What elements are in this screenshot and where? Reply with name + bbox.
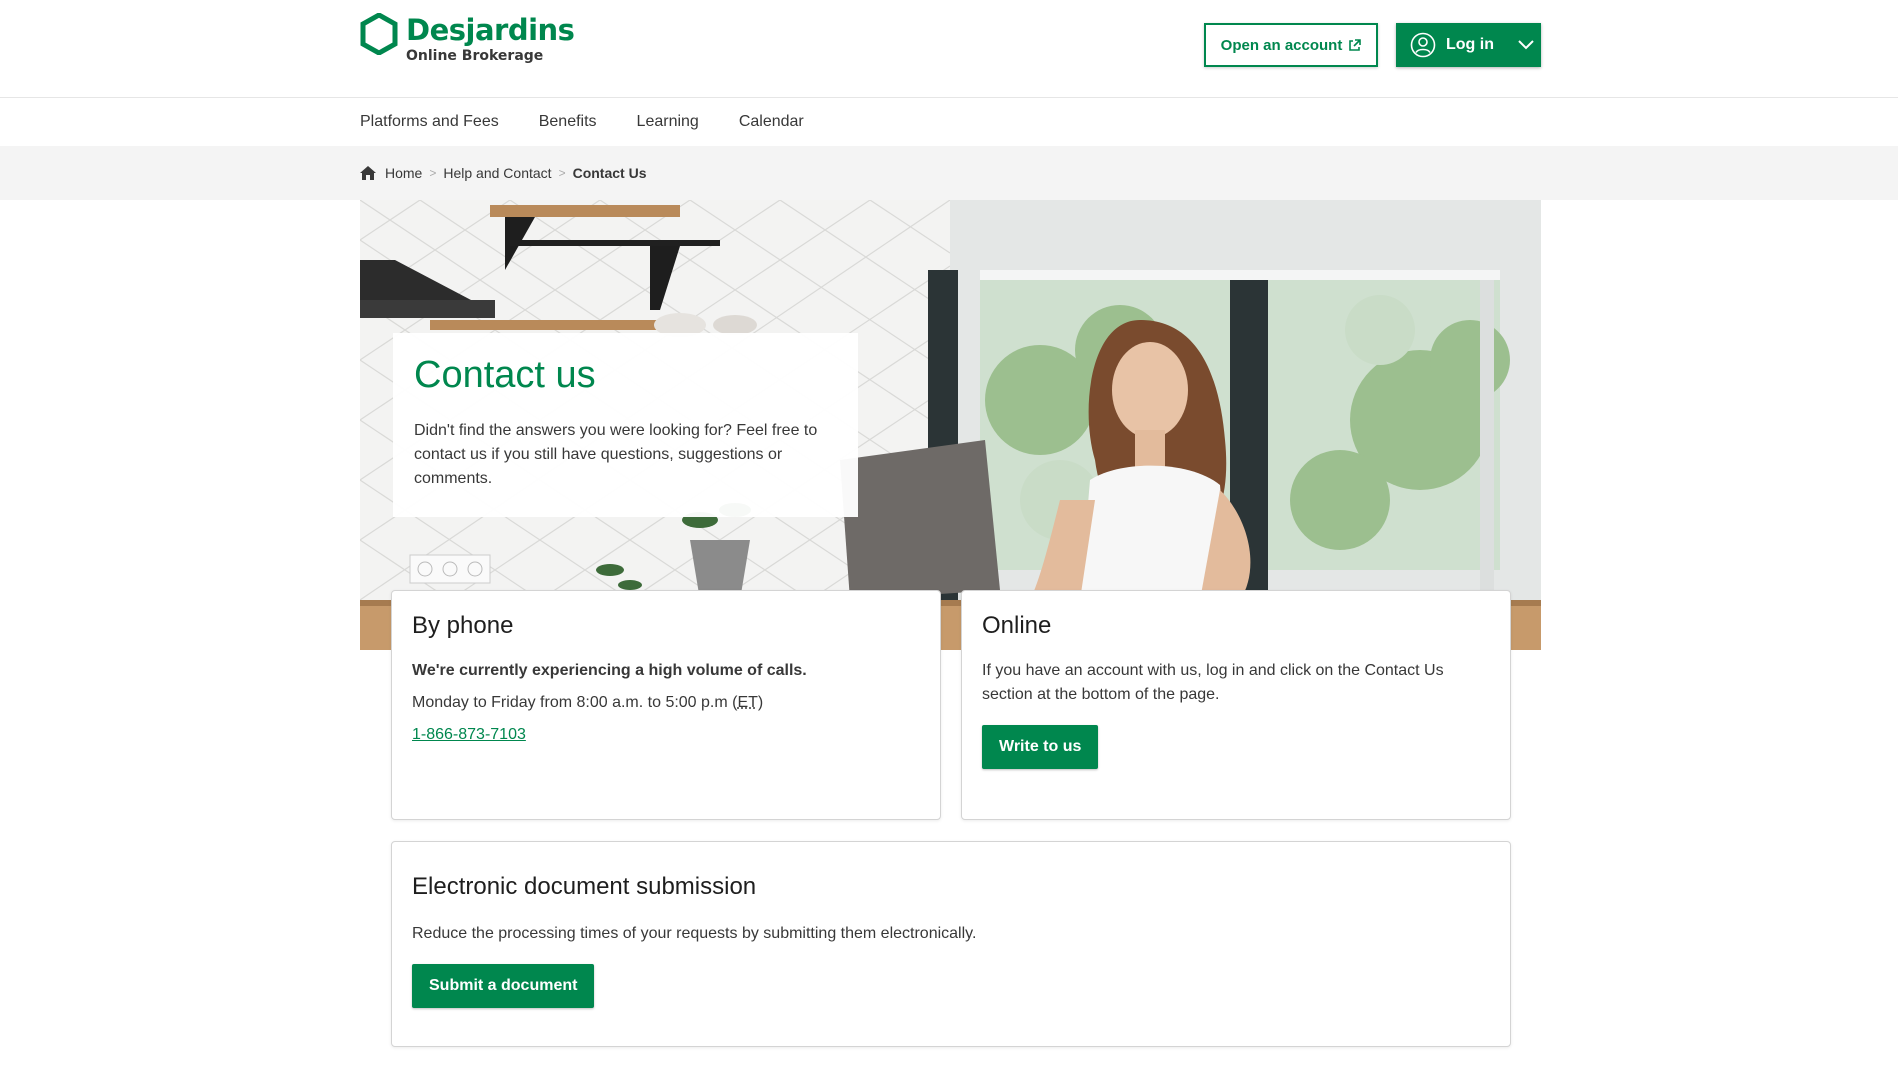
breadcrumb-current: Contact Us	[572, 165, 647, 181]
breadcrumb-home[interactable]: Home	[385, 165, 422, 181]
desjardins-logo[interactable]: Desjardins Online Brokerage	[360, 13, 575, 64]
breadcrumb-separator: >	[429, 166, 437, 180]
site-header: Desjardins Online Brokerage Open an acco…	[0, 0, 1898, 98]
documents-description: Reduce the processing times of your requ…	[412, 925, 977, 942]
user-icon	[1410, 32, 1436, 58]
brand-subtitle: Online Brokerage	[406, 48, 544, 64]
phone-hours-close: )	[757, 694, 764, 711]
phone-number-link[interactable]: 1-866-873-7103	[412, 726, 526, 743]
chevron-down-icon	[1518, 40, 1534, 50]
breadcrumb-bar: Home > Help and Contact > Contact Us	[0, 146, 1898, 200]
home-icon[interactable]	[360, 166, 376, 180]
nav-learning[interactable]: Learning	[637, 113, 699, 131]
nav-benefits[interactable]: Benefits	[539, 113, 597, 131]
phone-contact-card: By phone We're currently experiencing a …	[391, 590, 941, 820]
brand-name: Desjardins	[406, 13, 575, 47]
online-description: If you have an account with us, log in a…	[982, 662, 1444, 703]
main-nav: Platforms and Fees Benefits Learning Cal…	[360, 98, 804, 146]
open-account-label: Open an account	[1220, 36, 1343, 54]
online-card-title: Online	[982, 612, 1052, 639]
high-volume-notice: We're currently experiencing a high volu…	[412, 662, 807, 679]
breadcrumb: Home > Help and Contact > Contact Us	[360, 146, 646, 200]
nav-platforms-fees[interactable]: Platforms and Fees	[360, 113, 499, 131]
timezone-abbr: ET	[737, 694, 758, 711]
online-contact-card: Online If you have an account with us, l…	[961, 590, 1511, 820]
phone-hours: Monday to Friday from 8:00 a.m. to 5:00 …	[412, 691, 920, 715]
submit-document-button[interactable]: Submit a document	[412, 964, 595, 1008]
hero-card: Contact us Didn't find the answers you w…	[393, 333, 858, 517]
nav-calendar[interactable]: Calendar	[739, 113, 804, 131]
hexagon-logo-icon	[360, 13, 398, 55]
hero-description: Didn't find the answers you were looking…	[414, 422, 818, 487]
breadcrumb-separator: >	[558, 166, 566, 180]
document-submission-card: Electronic document submission Reduce th…	[391, 841, 1511, 1047]
phone-hours-text: Monday to Friday from 8:00 a.m. to 5:00 …	[412, 694, 738, 711]
open-account-button[interactable]: Open an account	[1204, 23, 1378, 67]
breadcrumb-help-contact[interactable]: Help and Contact	[443, 165, 551, 181]
phone-card-title: By phone	[412, 612, 514, 639]
documents-card-title: Electronic document submission	[412, 873, 757, 900]
external-link-icon	[1349, 38, 1362, 51]
page-title: Contact us	[414, 354, 596, 396]
login-button[interactable]: Log in	[1396, 23, 1541, 67]
login-label: Log in	[1446, 36, 1494, 53]
write-to-us-button[interactable]: Write to us	[982, 725, 1099, 769]
